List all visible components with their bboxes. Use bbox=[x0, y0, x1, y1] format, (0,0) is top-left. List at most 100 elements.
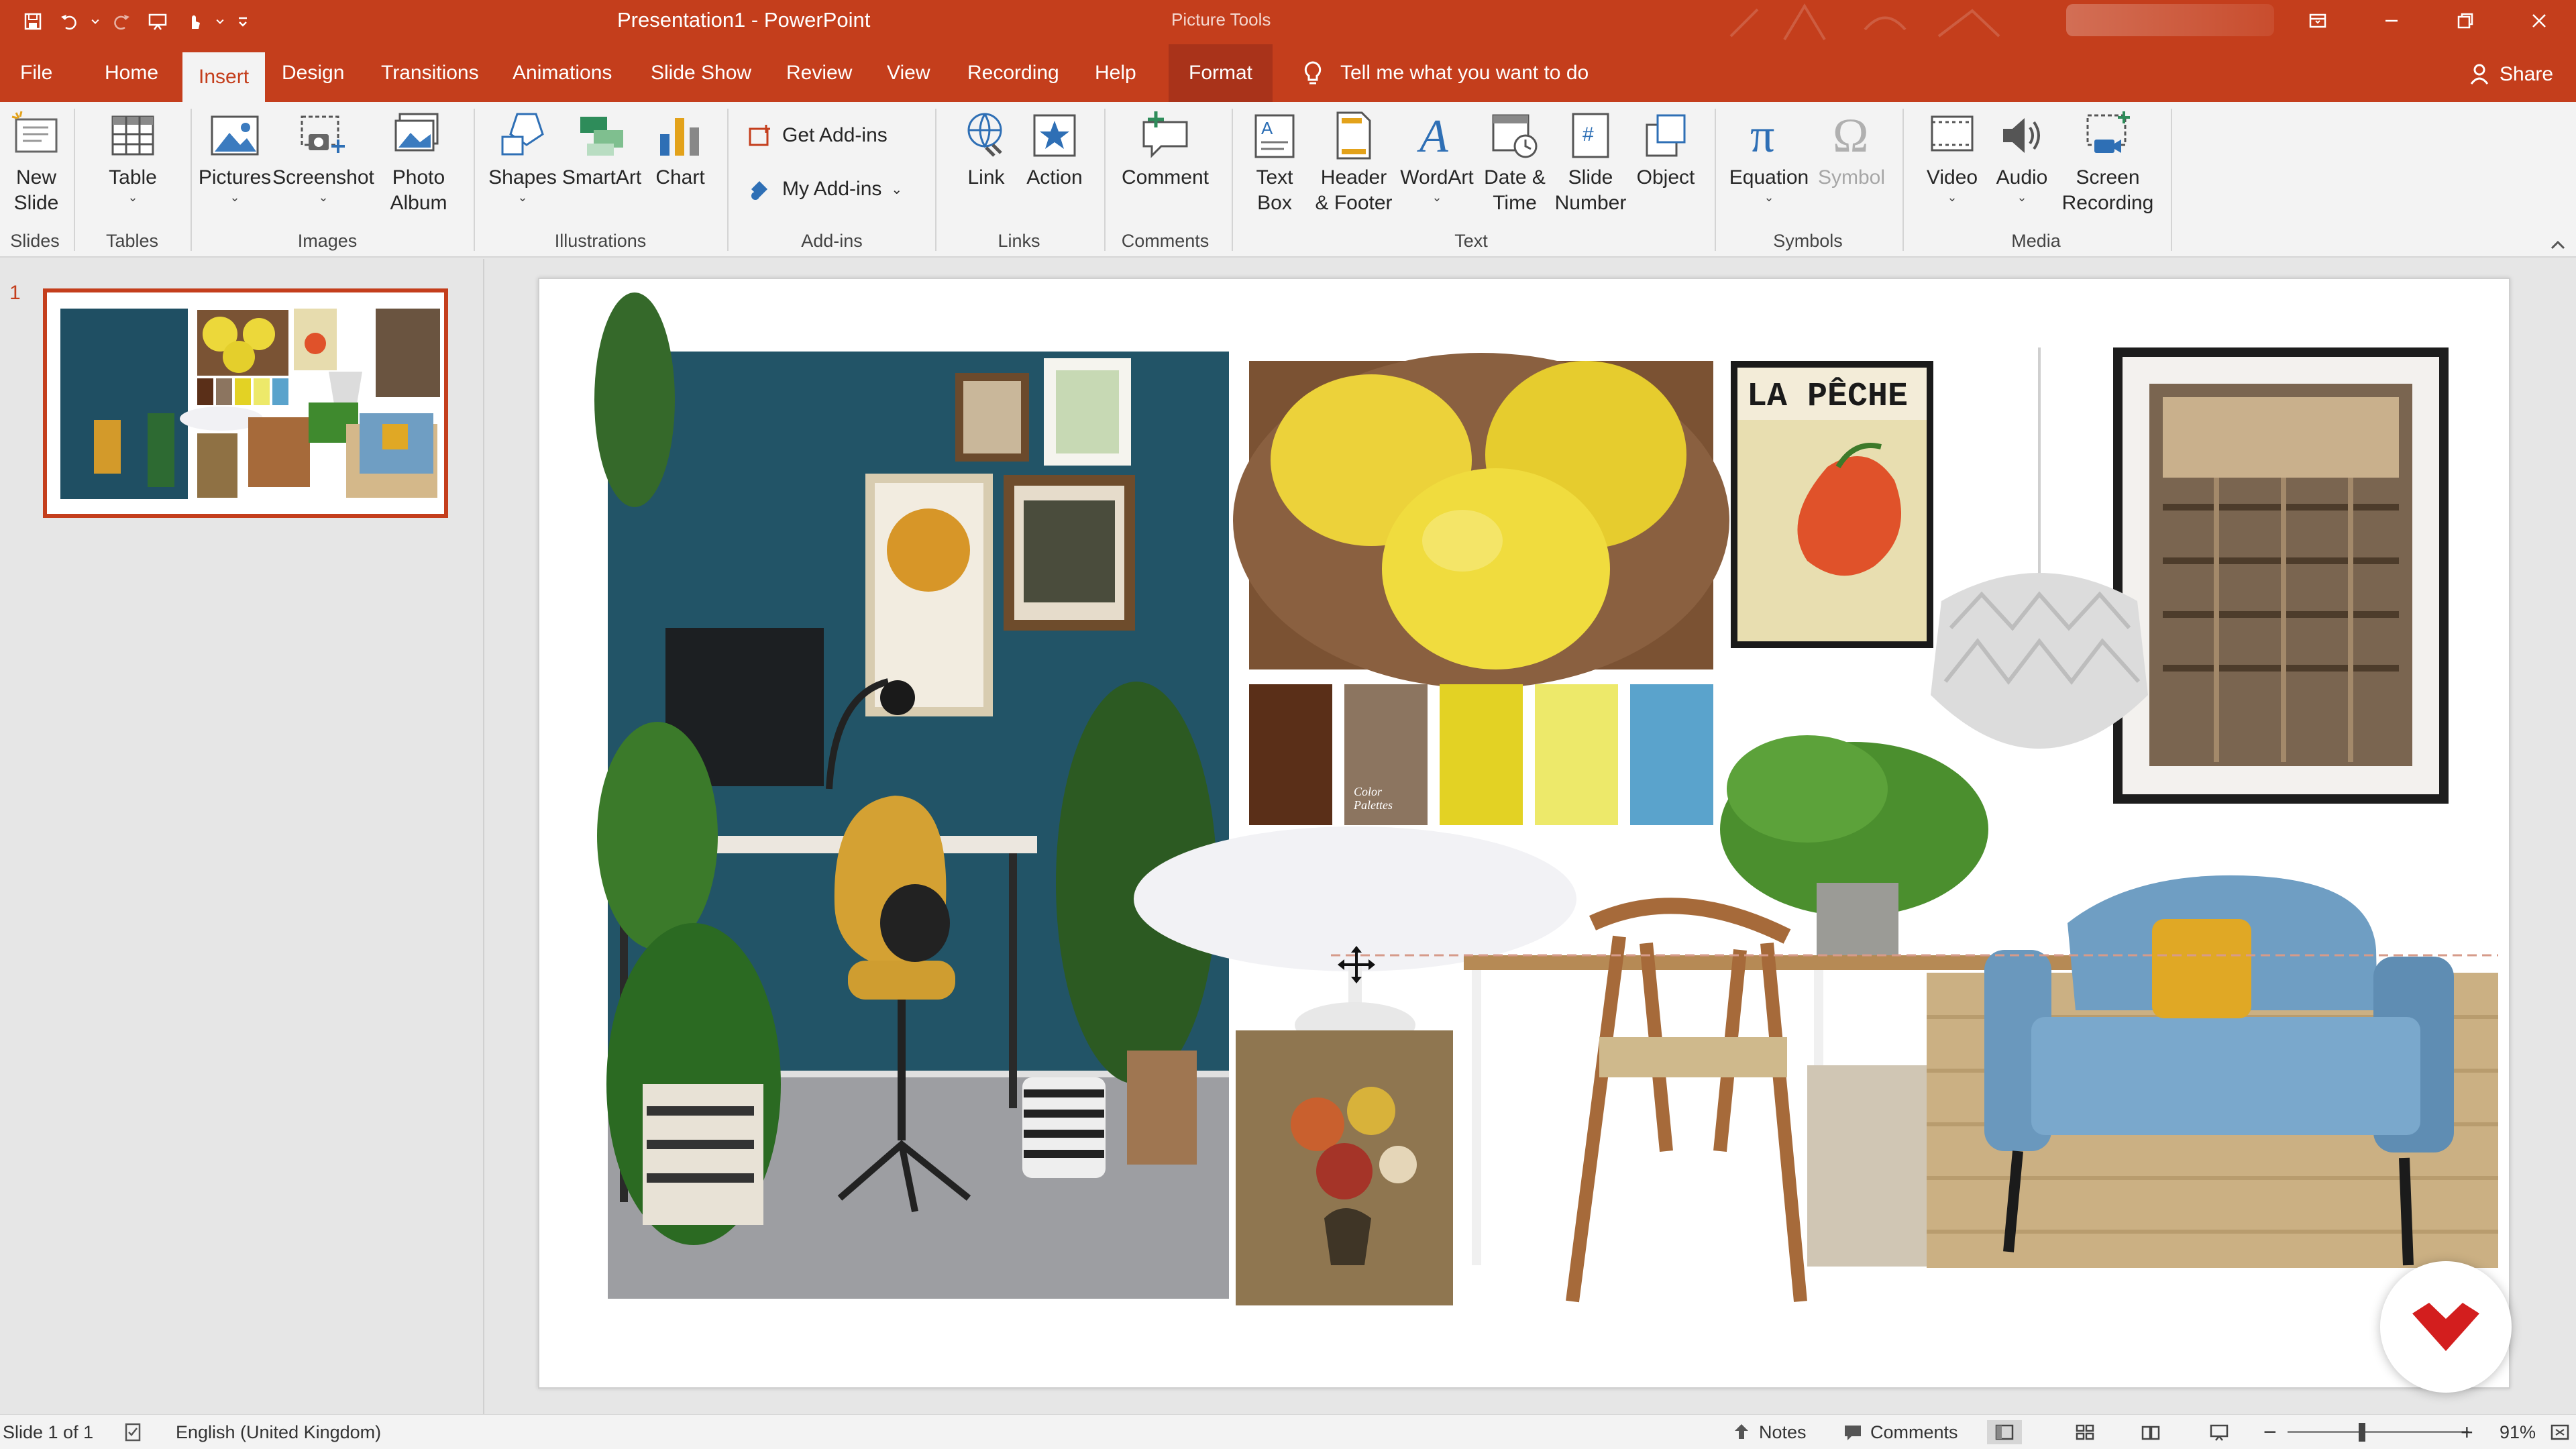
slide-number-button[interactable]: # Slide Number bbox=[1554, 107, 1627, 216]
screenshot-button[interactable]: Screenshot ⌄ bbox=[272, 107, 374, 204]
notes-icon bbox=[1735, 1424, 1748, 1439]
slide-show-icon[interactable] bbox=[2208, 1420, 2230, 1444]
lemons-photo[interactable] bbox=[1233, 353, 1729, 688]
wordart-button[interactable]: A WordArt ⌄ bbox=[1398, 107, 1476, 204]
undo-icon[interactable] bbox=[51, 5, 87, 38]
tab-slide-show[interactable]: Slide Show bbox=[651, 56, 751, 90]
tab-view[interactable]: View bbox=[887, 56, 930, 90]
comment-icon bbox=[1142, 111, 1188, 158]
zoom-in-button[interactable]: + bbox=[2461, 1420, 2473, 1444]
wordart-icon: A bbox=[1417, 111, 1448, 162]
audio-button[interactable]: Audio ⌄ bbox=[1988, 107, 2055, 204]
tab-home[interactable]: Home bbox=[105, 56, 158, 90]
restore-icon[interactable] bbox=[2428, 0, 2502, 42]
zoom-level[interactable]: 91% bbox=[2500, 1420, 2536, 1444]
accessibility-check-icon[interactable] bbox=[122, 1420, 144, 1444]
tell-me-search[interactable]: Tell me what you want to do bbox=[1301, 56, 1589, 90]
minimize-icon[interactable] bbox=[2355, 0, 2428, 42]
tab-file[interactable]: File bbox=[20, 56, 52, 90]
zoom-slider-thumb[interactable] bbox=[2359, 1423, 2365, 1442]
symbol-button[interactable]: Ω Symbol bbox=[1815, 107, 1888, 191]
table-button[interactable]: Table ⌄ bbox=[93, 107, 173, 204]
action-button[interactable]: Action bbox=[1021, 107, 1088, 191]
zoom-slider[interactable] bbox=[2288, 1431, 2469, 1433]
object-button[interactable]: Object bbox=[1630, 107, 1701, 191]
present-from-beginning-icon[interactable] bbox=[140, 5, 176, 38]
zoom-out-button[interactable]: − bbox=[2263, 1419, 2277, 1445]
new-slide-icon bbox=[11, 111, 58, 153]
get-addins-button[interactable]: Get Add-ins bbox=[746, 122, 888, 149]
tab-design[interactable]: Design bbox=[282, 56, 344, 90]
tab-recording[interactable]: Recording bbox=[967, 56, 1059, 90]
group-label-images: Images bbox=[297, 231, 358, 251]
group-label-text: Text bbox=[1454, 231, 1488, 251]
save-icon[interactable] bbox=[15, 5, 51, 38]
share-button[interactable]: Share bbox=[2469, 58, 2553, 91]
link-button[interactable]: Link bbox=[954, 107, 1018, 191]
chart-button[interactable]: Chart bbox=[645, 107, 715, 191]
text-box-button[interactable]: A Text Box bbox=[1241, 107, 1308, 216]
tab-help[interactable]: Help bbox=[1095, 56, 1136, 90]
smartart-button[interactable]: SmartArt bbox=[559, 107, 644, 191]
header-footer-button[interactable]: Header & Footer bbox=[1307, 107, 1401, 216]
color-palette[interactable]: Color Palettes bbox=[1249, 684, 1713, 825]
tab-review[interactable]: Review bbox=[786, 56, 852, 90]
svg-text:A: A bbox=[1261, 118, 1273, 138]
touch-mode-icon[interactable] bbox=[176, 5, 212, 38]
equation-button[interactable]: π Equation ⌄ bbox=[1725, 107, 1813, 204]
photo-album-icon bbox=[394, 113, 439, 152]
group-label-addins: Add-ins bbox=[801, 231, 863, 251]
chart-icon bbox=[660, 118, 699, 156]
screen-recording-button[interactable]: Screen Recording bbox=[2058, 107, 2157, 216]
shapes-button[interactable]: Shapes ⌄ bbox=[486, 107, 559, 204]
omega-icon: Ω bbox=[1833, 109, 1869, 162]
comments-button[interactable]: Comments bbox=[1842, 1420, 1958, 1444]
pictures-button[interactable]: Pictures ⌄ bbox=[195, 107, 275, 204]
touch-dropdown-icon[interactable] bbox=[212, 5, 228, 38]
ribbon-display-options-icon[interactable] bbox=[2281, 0, 2355, 42]
chevron-down-icon: ⌄ bbox=[2017, 191, 2027, 204]
comment-button[interactable]: Comment bbox=[1116, 107, 1214, 191]
chevron-down-icon: ⌄ bbox=[318, 191, 329, 204]
chevron-down-icon: ⌄ bbox=[127, 191, 138, 204]
framed-print[interactable] bbox=[2113, 347, 2449, 804]
tab-transitions[interactable]: Transitions bbox=[381, 56, 479, 90]
slide-thumbnail[interactable] bbox=[43, 288, 448, 518]
slide-sorter-icon[interactable] bbox=[2074, 1420, 2096, 1444]
collapse-ribbon-icon[interactable] bbox=[2548, 235, 2568, 255]
photo-album-button[interactable]: Photo Album bbox=[377, 107, 460, 216]
notes-button[interactable]: Notes bbox=[1731, 1420, 1807, 1444]
redo-icon[interactable] bbox=[103, 5, 140, 38]
undo-dropdown-icon[interactable] bbox=[87, 5, 103, 38]
comments-icon bbox=[1845, 1426, 1861, 1440]
chevron-down-icon: ⌄ bbox=[1764, 191, 1774, 204]
slide-thumbnail-preview bbox=[47, 292, 444, 514]
tab-format[interactable]: Format bbox=[1169, 44, 1273, 102]
la-peche-poster[interactable]: LA PÊCHE bbox=[1731, 361, 1933, 648]
slide-canvas[interactable]: Color Palettes LA PÊCHE bbox=[538, 278, 2510, 1389]
tab-animations[interactable]: Animations bbox=[513, 56, 612, 90]
svg-text:π: π bbox=[1750, 109, 1774, 162]
small-portrait-art[interactable] bbox=[1807, 1065, 1927, 1267]
group-label-links: Links bbox=[998, 231, 1040, 251]
customize-qat-icon[interactable] bbox=[228, 5, 258, 38]
reading-view-icon[interactable] bbox=[2140, 1420, 2161, 1444]
my-addins-button[interactable]: My Add-ins ⌄ bbox=[746, 176, 902, 203]
language-indicator[interactable]: English (United Kingdom) bbox=[176, 1420, 381, 1444]
date-time-button[interactable]: Date & Time bbox=[1476, 107, 1554, 216]
video-button[interactable]: Video ⌄ bbox=[1919, 107, 1986, 204]
link-icon bbox=[967, 113, 1002, 157]
floating-brand-logo[interactable] bbox=[2380, 1261, 2512, 1393]
ribbon-insert: New Slide Slides Table ⌄ Tables Pictures… bbox=[0, 102, 2576, 258]
new-slide-button[interactable]: New Slide bbox=[4, 107, 68, 216]
screenshot-icon bbox=[301, 115, 345, 153]
action-star-icon bbox=[1033, 114, 1076, 157]
account-name-blurred[interactable] bbox=[2066, 4, 2274, 36]
normal-view-icon[interactable] bbox=[1987, 1420, 2022, 1444]
close-icon[interactable] bbox=[2502, 0, 2576, 42]
tab-insert[interactable]: Insert bbox=[182, 52, 266, 102]
fit-slide-icon[interactable] bbox=[2549, 1420, 2571, 1444]
flower-painting[interactable] bbox=[1236, 1030, 1453, 1305]
office-photo[interactable] bbox=[594, 292, 1229, 1299]
group-label-media: Media bbox=[2011, 231, 2061, 251]
